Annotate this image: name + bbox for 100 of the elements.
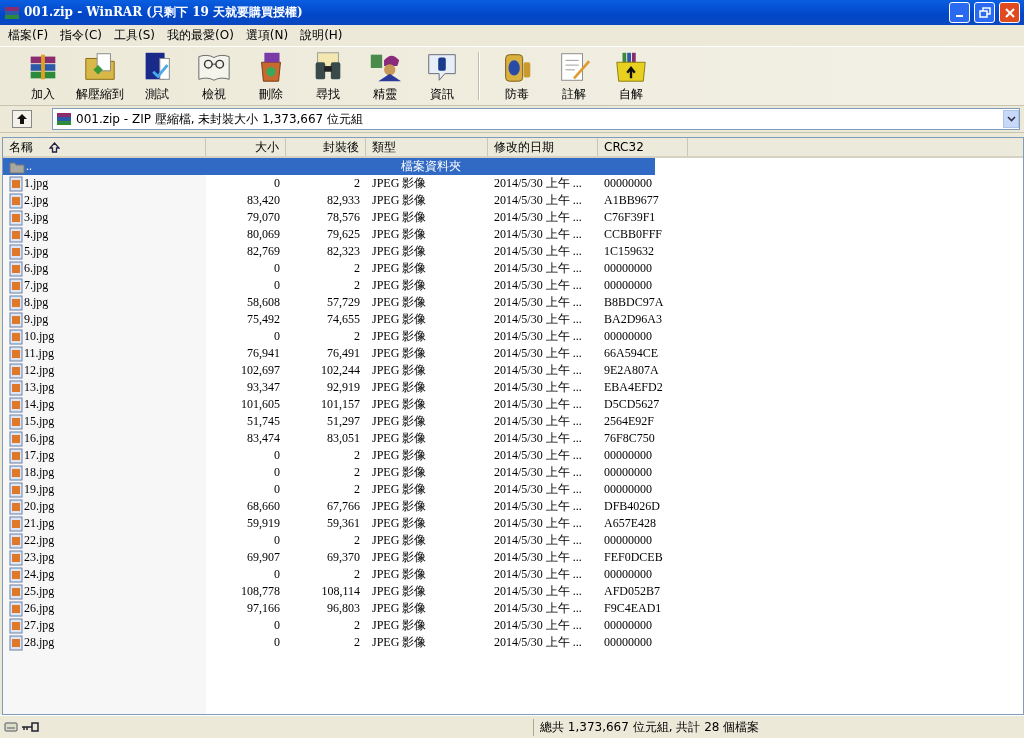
toolbar-button[interactable]: 資訊 [413, 48, 470, 104]
table-cell-text: 2 [353, 176, 361, 191]
table-cell-text: 0 [273, 635, 281, 650]
file-name[interactable]: 7.jpg [24, 278, 49, 293]
window-title: 001.zip - WinRAR (只剩下 19 天就要購買授權) [24, 4, 304, 21]
file-name[interactable]: 17.jpg [24, 448, 55, 463]
file-name[interactable]: 18.jpg [24, 465, 55, 480]
table-cell-text: JPEG 影像 [371, 209, 428, 226]
file-name[interactable]: 16.jpg [24, 431, 55, 446]
table-cell-text: 0 [273, 278, 281, 293]
table-cell-text: JPEG 影像 [371, 277, 428, 294]
table-cell-text: 74,655 [326, 312, 361, 327]
up-folder-button[interactable] [12, 110, 32, 128]
file-name[interactable]: 1.jpg [24, 176, 49, 191]
menu-item[interactable]: 檔案(F) [2, 25, 55, 46]
table-cell-text: 2 [353, 329, 361, 344]
table-cell-text: 0 [273, 482, 281, 497]
file-name[interactable]: 10.jpg [24, 329, 55, 344]
file-name[interactable]: 12.jpg [24, 363, 55, 378]
toolbar-button[interactable]: 解壓縮到 [71, 48, 128, 104]
table-cell-text: 00000000 [603, 533, 653, 548]
file-name[interactable]: 24.jpg [24, 567, 55, 582]
table-cell-text: 0 [273, 448, 281, 463]
image-file-icon [9, 345, 23, 362]
table-cell-text: 67,766 [326, 499, 361, 514]
menu-item[interactable]: 工具(S) [108, 25, 161, 46]
file-name[interactable]: 8.jpg [24, 295, 49, 310]
toolbar-button[interactable]: 精靈 [356, 48, 413, 104]
table-cell-text: 80,069 [246, 227, 281, 242]
file-name[interactable]: 20.jpg [24, 499, 55, 514]
toolbar-button[interactable]: 刪除 [242, 48, 299, 104]
dropdown-button[interactable] [1003, 110, 1019, 128]
file-name[interactable]: 13.jpg [24, 380, 55, 395]
image-file-icon [9, 294, 23, 311]
file-name[interactable]: 5.jpg [24, 244, 49, 259]
table-cell-text: D5CD5627 [603, 397, 661, 412]
restore-button[interactable] [974, 2, 995, 23]
table-cell-text: 0 [273, 465, 281, 480]
file-name[interactable]: 4.jpg [24, 227, 49, 242]
table-cell-text: 2014/5/30 上午 ... [493, 277, 583, 294]
file-name[interactable]: 11.jpg [24, 346, 54, 361]
menu-item[interactable]: 說明(H) [294, 25, 349, 46]
table-cell-text: JPEG 影像 [371, 600, 428, 617]
file-name[interactable]: 22.jpg [24, 533, 55, 548]
table-cell-text: FEF0DCEB [603, 550, 664, 565]
file-name[interactable]: 21.jpg [24, 516, 55, 531]
file-name[interactable]: 6.jpg [24, 261, 49, 276]
drive-icon[interactable] [4, 721, 18, 733]
table-cell-text: 2014/5/30 上午 ... [493, 447, 583, 464]
close-icon [1003, 6, 1016, 19]
file-name[interactable]: 14.jpg [24, 397, 55, 412]
table-cell-text: 83,474 [246, 431, 281, 446]
table-cell-text: 2014/5/30 上午 ... [493, 175, 583, 192]
table-cell-text: 2014/5/30 上午 ... [493, 600, 583, 617]
table-cell-text: 108,114 [320, 584, 361, 599]
table-cell-text: 0 [273, 176, 281, 191]
table-cell-text: 51,745 [246, 414, 281, 429]
table-cell-text: 9E2A807A [603, 363, 660, 378]
toolbar-button[interactable]: 測試 [128, 48, 185, 104]
parent-folder-row[interactable]: .. 檔案資料夾 [3, 158, 655, 175]
file-name[interactable]: 25.jpg [24, 584, 55, 599]
file-name[interactable]: 2.jpg [24, 193, 49, 208]
up-arrow-icon [16, 113, 28, 125]
image-file-icon [9, 634, 23, 651]
file-name[interactable]: 3.jpg [24, 210, 49, 225]
file-name[interactable]: 23.jpg [24, 550, 55, 565]
file-name[interactable]: 19.jpg [24, 482, 55, 497]
toolbar-button[interactable]: 註解 [545, 48, 602, 104]
toolbar-button[interactable]: 自解 [602, 48, 659, 104]
table-cell-text: JPEG 影像 [371, 532, 428, 549]
table-cell-text: 2014/5/30 上午 ... [493, 311, 583, 328]
minimize-button[interactable] [949, 2, 970, 23]
toolbar-button[interactable]: 防毒 [488, 48, 545, 104]
table-cell-text: JPEG 影像 [371, 396, 428, 413]
menu-item[interactable]: 選項(N) [239, 25, 295, 46]
restore-icon [978, 6, 991, 19]
close-button[interactable] [999, 2, 1020, 23]
key-icon[interactable] [21, 721, 39, 733]
table-cell-text: 57,729 [326, 295, 361, 310]
table-cell-text: 2014/5/30 上午 ... [493, 243, 583, 260]
image-file-icon [9, 566, 23, 583]
menu-item[interactable]: 我的最愛(O) [161, 25, 240, 46]
file-name[interactable]: 15.jpg [24, 414, 55, 429]
table-cell-text: 2014/5/30 上午 ... [493, 430, 583, 447]
file-name[interactable]: 9.jpg [24, 312, 49, 327]
table-cell-text: 2014/5/30 上午 ... [493, 226, 583, 243]
path-dropdown[interactable]: 001.zip - ZIP 壓縮檔, 未封裝大小 1,373,667 位元組 [52, 108, 1020, 130]
toolbar-button[interactable]: 尋找 [299, 48, 356, 104]
table-cell-text: 0 [273, 533, 281, 548]
menu-item[interactable]: 指令(C) [54, 25, 108, 46]
toolbar-button[interactable]: 加入 [14, 48, 71, 104]
file-name[interactable]: 28.jpg [24, 635, 55, 650]
table-cell-text: BA2D96A3 [603, 312, 663, 327]
table-cell-text: 2014/5/30 上午 ... [493, 379, 583, 396]
toolbar-button[interactable]: 檢視 [185, 48, 242, 104]
table-cell-text: 00000000 [603, 482, 653, 497]
file-name[interactable]: 26.jpg [24, 601, 55, 616]
table-cell-text: 2 [353, 567, 361, 582]
table-cell-text: 2014/5/30 上午 ... [493, 617, 583, 634]
file-name[interactable]: 27.jpg [24, 618, 55, 633]
